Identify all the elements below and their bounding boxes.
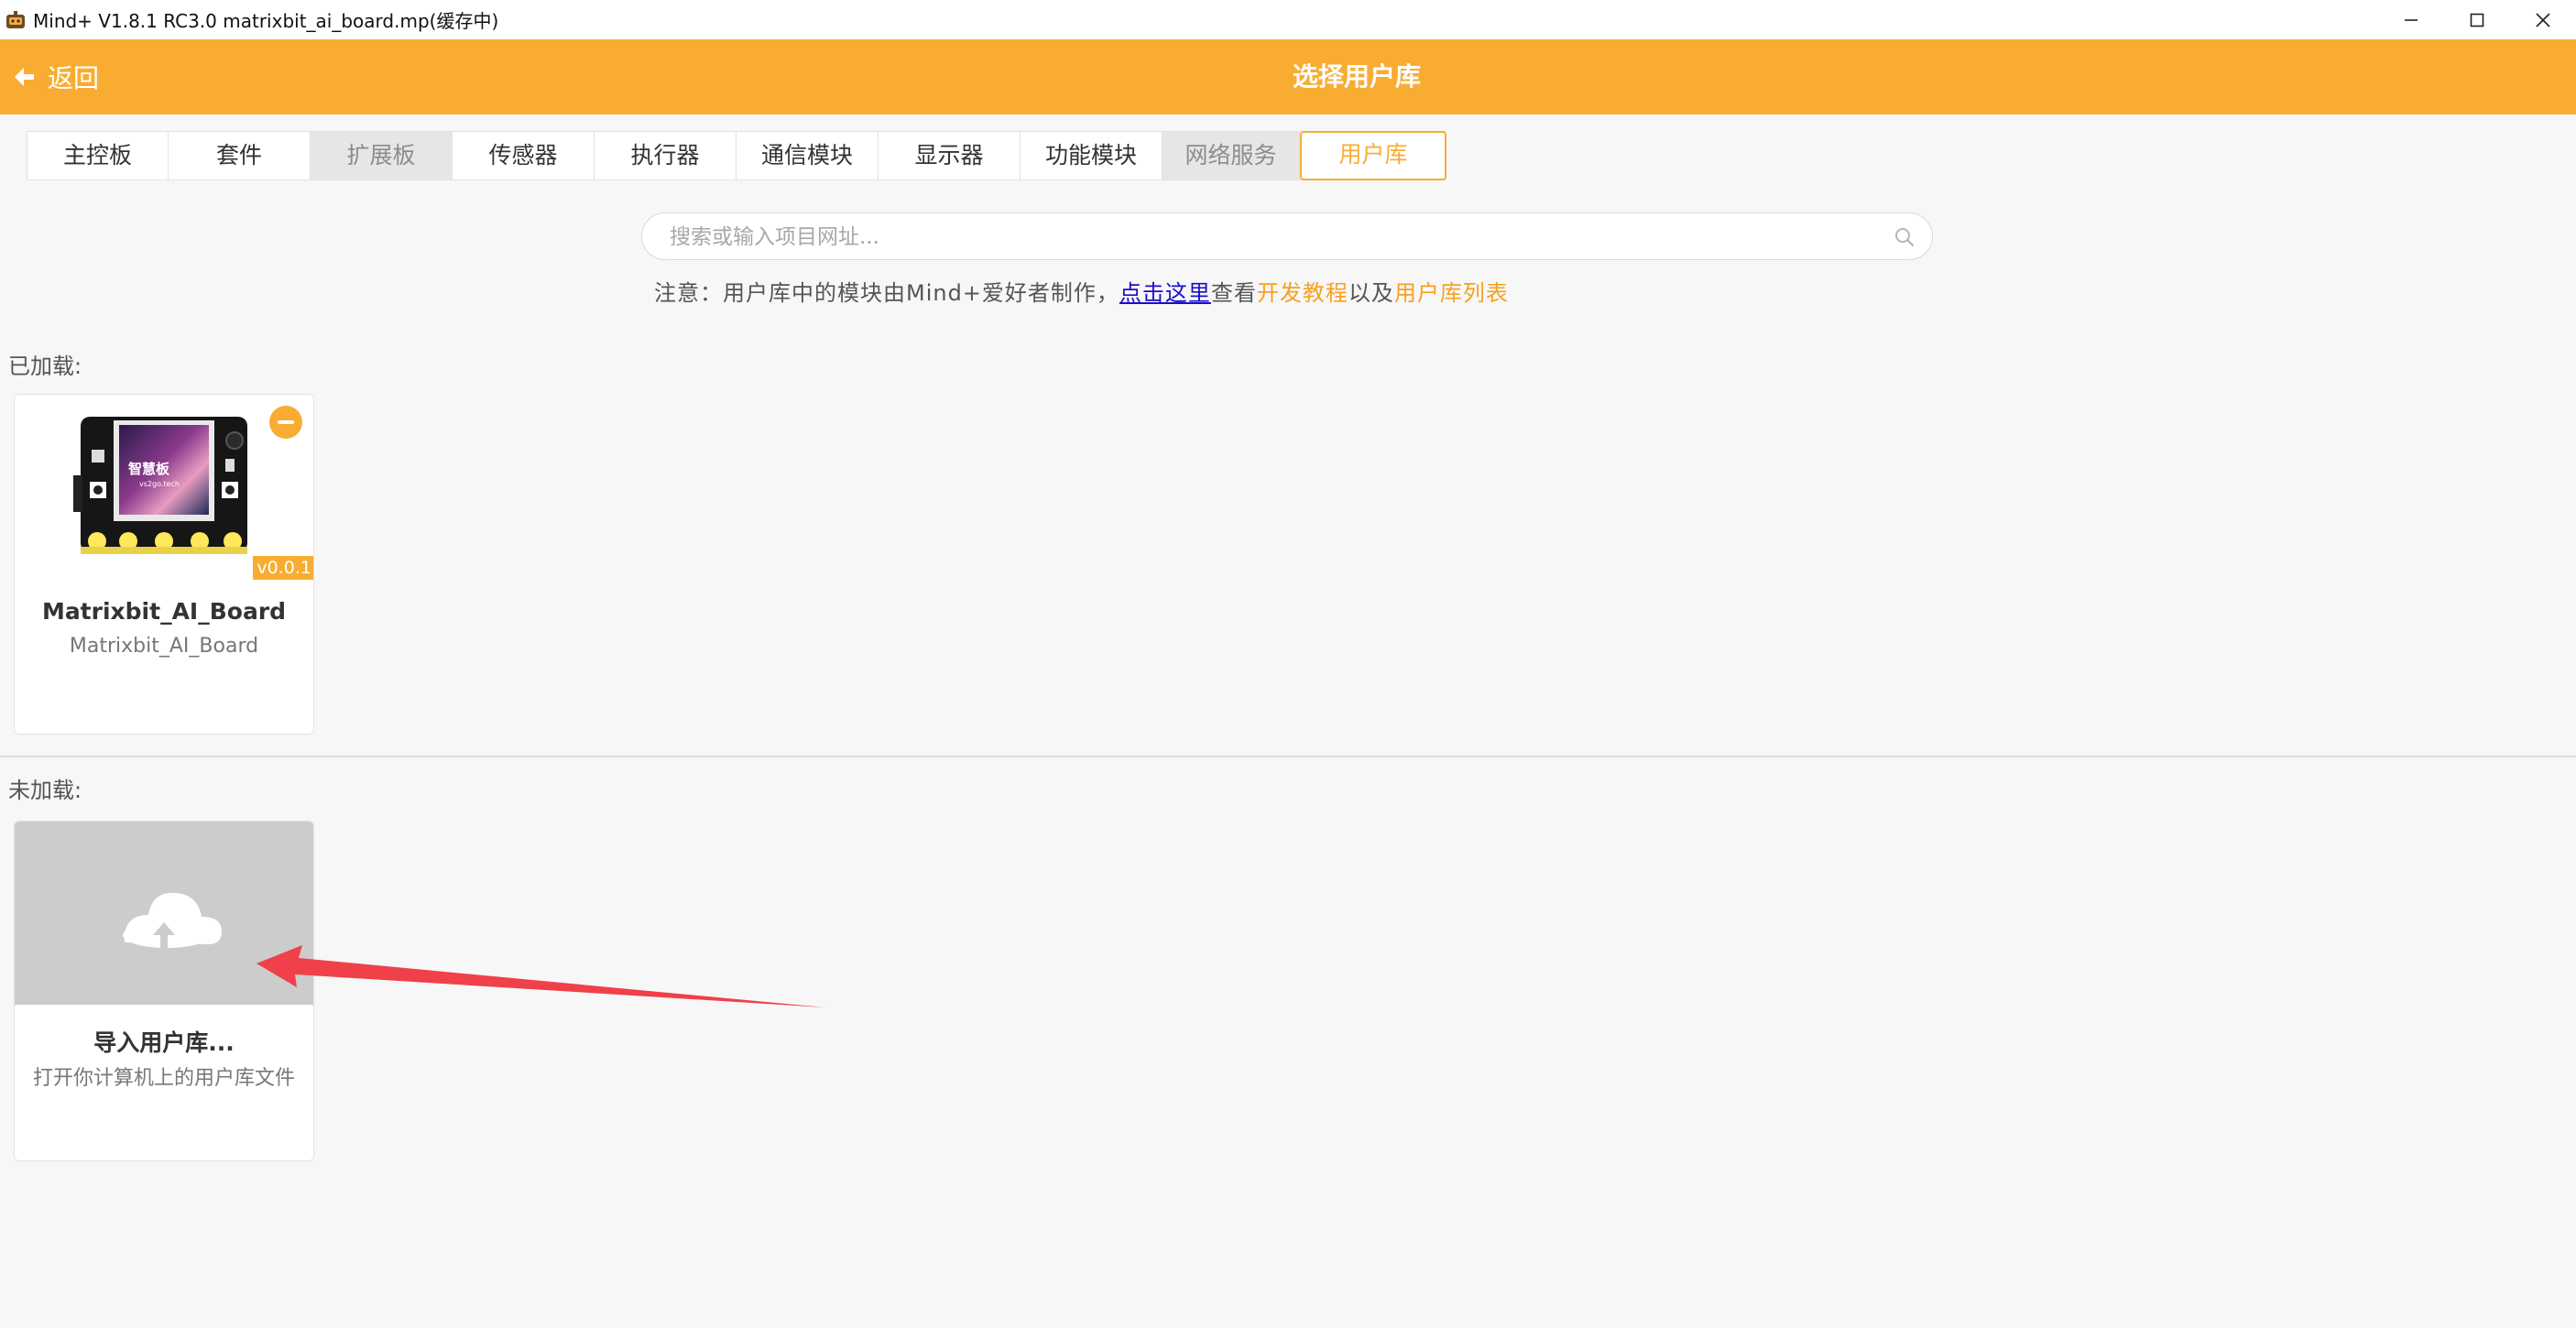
library-subtitle: Matrixbit_AI_Board [69,635,259,658]
minimize-button[interactable] [2378,0,2444,39]
version-badge: v0.0.1 [253,556,313,580]
search-box [641,212,1933,261]
unloaded-section-label: 未加载: [8,778,82,803]
library-card[interactable]: 智慧板 vs2go.tech v0.0.1 Matrixbit_AI_Board… [14,394,314,735]
window-title: Mind+ V1.8.1 RC3.0 matrixbit_ai_board.mp… [33,10,499,32]
board-screen-logo: 智慧板 [128,461,170,477]
search-icon[interactable] [1894,226,1916,248]
tab-user-library[interactable]: 用户库 [1300,131,1446,180]
tab-sensor[interactable]: 传感器 [453,132,595,180]
minus-circle-icon[interactable] [269,406,302,439]
dev-tutorial-link[interactable]: 开发教程 [1257,280,1348,306]
board-screen-subtext: vs2go.tech [139,480,180,488]
library-list-link[interactable]: 用户库列表 [1394,280,1509,306]
search-input[interactable] [668,213,1862,261]
tab-function[interactable]: 功能模块 [1021,132,1162,180]
tab-kit[interactable]: 套件 [169,132,311,180]
page-title: 选择用户库 [1292,61,1421,92]
tab-network-service[interactable]: 网络服务 [1162,132,1300,180]
back-label: 返回 [48,63,100,93]
tab-communication[interactable]: 通信模块 [737,132,879,180]
section-divider [0,756,2576,757]
tab-expansion-board[interactable]: 扩展板 [311,132,453,180]
import-subtitle: 打开你计算机上的用户库文件 [32,1067,295,1090]
import-title: 导入用户库... [93,1029,235,1056]
category-tabs: 主控板 套件 扩展板 传感器 执行器 通信模块 显示器 功能模块 网络服务 用户… [27,131,1446,180]
import-upload-area[interactable] [15,822,313,1005]
app-logo-icon [6,10,25,28]
cloud-upload-icon [123,892,222,948]
minimize-icon [2405,18,2418,21]
notice-text: 注意：用户库中的模块由Mind+爱好者制作，点击这里查看开发教程以及用户库列表 [654,275,1509,307]
window-controls [2378,0,2576,39]
close-button[interactable] [2510,0,2576,39]
close-icon [2536,12,2550,27]
maximize-icon [2470,13,2484,27]
app-header: 返回 选择用户库 [0,39,2576,114]
back-button[interactable]: 返回 [11,39,99,114]
maximize-button[interactable] [2444,0,2510,39]
tab-actuator[interactable]: 执行器 [595,132,737,180]
notice-and: 以及 [1348,280,1394,306]
click-here-link[interactable]: 点击这里 [1119,280,1211,306]
arrow-left-icon [15,68,34,86]
tab-display[interactable]: 显示器 [879,132,1021,180]
loaded-section-label: 已加载: [8,354,82,379]
annotation-arrow-icon [257,945,824,1007]
window-titlebar: Mind+ V1.8.1 RC3.0 matrixbit_ai_board.mp… [0,0,2576,39]
import-library-card[interactable]: 导入用户库... 打开你计算机上的用户库文件 [14,821,314,1161]
notice-prefix: 注意：用户库中的模块由Mind+爱好者制作， [654,280,1119,306]
library-name: Matrixbit_AI_Board [41,598,287,625]
tab-main-board[interactable]: 主控板 [27,132,169,180]
notice-view: 查看 [1210,280,1257,306]
